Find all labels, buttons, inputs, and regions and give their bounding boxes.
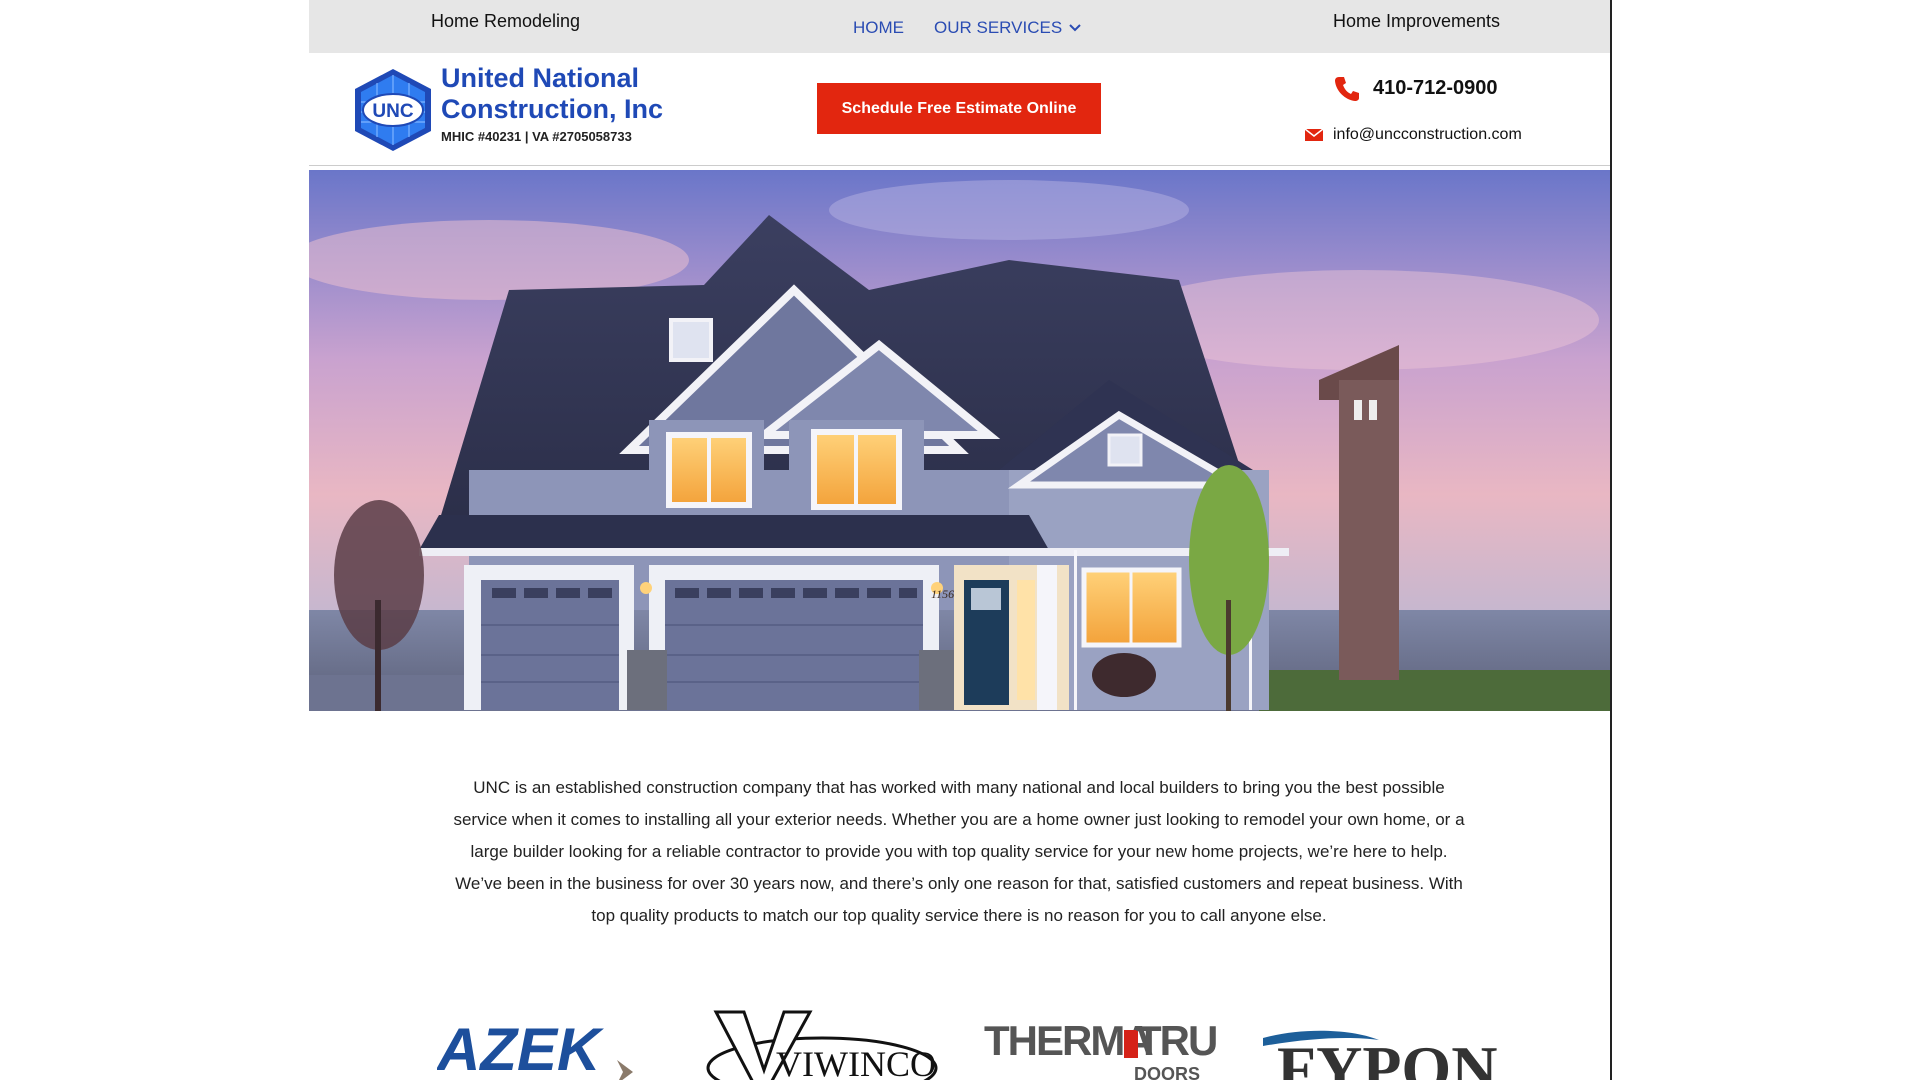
nav-our-services[interactable]: OUR SERVICES — [934, 18, 1082, 38]
partner-logos: AZEK VIWINCO THERMA TRU DOORS FYPON — [309, 1010, 1610, 1080]
house-photo: 1156 — [309, 170, 1610, 711]
azek-logo[interactable]: AZEK — [437, 1010, 637, 1080]
site-header: UNC United National Construction, Inc MH… — [309, 53, 1610, 166]
therma-tru-logo-text-c: DOORS — [1134, 1064, 1200, 1080]
top-bar: Home Remodeling HOME OUR SERVICES Home I… — [309, 0, 1610, 53]
fypon-logo[interactable]: FYPON — [1259, 1010, 1499, 1080]
therma-tru-logo-text-b: TRU — [1136, 1017, 1216, 1064]
company-name-line1: United National — [441, 63, 640, 93]
tagline-left: Home Remodeling — [431, 11, 581, 31]
main-nav: HOME OUR SERVICES — [853, 18, 1082, 38]
license-numbers: MHIC #40231 | VA #2705058733 — [441, 129, 632, 144]
hero-image: 1156 — [309, 170, 1610, 711]
page: Home Remodeling HOME OUR SERVICES Home I… — [309, 0, 1612, 1080]
intro-paragraph: UNC is an established construction compa… — [453, 778, 1465, 925]
tagline-right: Home Improvements — [1333, 11, 1501, 31]
chevron-down-icon — [1069, 24, 1081, 32]
phone-number: 410-712-0900 — [1373, 76, 1498, 99]
company-name-line2: Construction, Inc — [441, 94, 663, 124]
envelope-icon — [1305, 129, 1323, 141]
nav-home[interactable]: HOME — [853, 18, 904, 38]
nav-our-services-label: OUR SERVICES — [934, 18, 1063, 37]
schedule-estimate-button[interactable]: Schedule Free Estimate Online — [817, 83, 1101, 134]
therma-tru-logo[interactable]: THERMA TRU DOORS — [984, 1010, 1224, 1080]
phone-contact[interactable]: 410-712-0900 — [1333, 74, 1498, 102]
azek-logo-text: AZEK — [437, 1016, 604, 1080]
company-brand[interactable]: United National Construction, Inc MHIC #… — [441, 63, 663, 144]
phone-icon — [1335, 77, 1359, 101]
email-address: info@uncconstruction.com — [1333, 126, 1522, 143]
fypon-logo-text: FYPON — [1277, 1033, 1497, 1080]
viwinco-logo[interactable]: VIWINCO — [704, 1010, 944, 1080]
house-number: 1156 — [931, 587, 954, 601]
email-contact[interactable]: info@uncconstruction.com — [1305, 126, 1522, 144]
cube-logo-icon[interactable]: UNC — [351, 67, 435, 153]
viwinco-logo-text: VIWINCO — [776, 1044, 936, 1080]
logo-text: UNC — [372, 101, 413, 122]
